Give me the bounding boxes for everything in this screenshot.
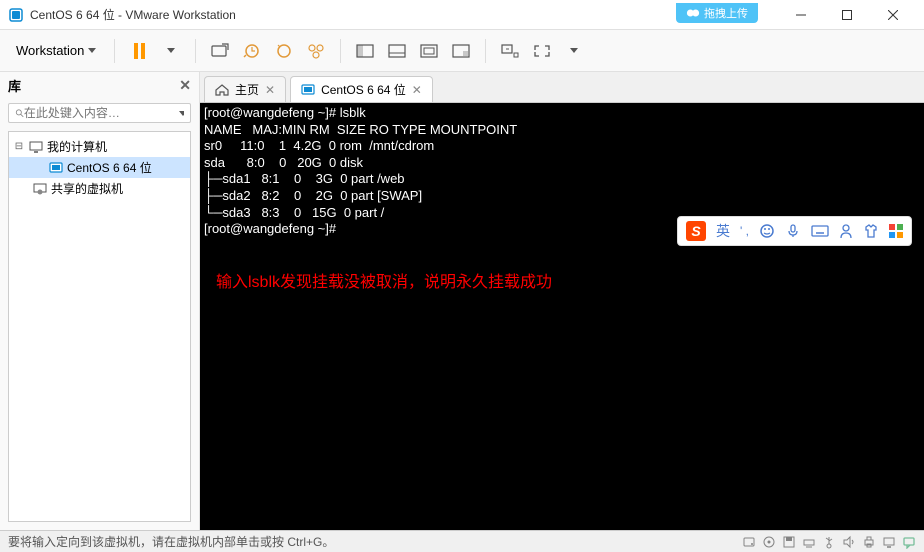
upload-button[interactable]: 拖拽上传 bbox=[676, 3, 758, 23]
terminal-line: NAME MAJ:MIN RM SIZE RO TYPE MOUNTPOINT bbox=[204, 122, 517, 137]
window-title: CentOS 6 64 位 - VMware Workstation bbox=[30, 6, 236, 23]
revert-snapshot-button[interactable] bbox=[270, 37, 298, 65]
unity-button[interactable] bbox=[496, 37, 524, 65]
tabs: 主页 ✕ CentOS 6 64 位 ✕ bbox=[200, 72, 924, 103]
cdrom-icon[interactable] bbox=[762, 535, 776, 549]
maximize-button[interactable] bbox=[824, 0, 870, 30]
terminal-line: [root@wangdefeng ~]# bbox=[204, 221, 340, 236]
computer-icon bbox=[29, 141, 43, 153]
minimize-button[interactable] bbox=[778, 0, 824, 30]
tree-shared-vms[interactable]: 共享的虚拟机 bbox=[9, 178, 190, 199]
terminal[interactable]: [root@wangdefeng ~]# lsblk NAME MAJ:MIN … bbox=[200, 103, 924, 530]
sidebar-tree: ⊟ 我的计算机 CentOS 6 64 位 共享的虚拟机 bbox=[8, 131, 191, 522]
tab-vm-label: CentOS 6 64 位 bbox=[321, 81, 406, 98]
tab-home[interactable]: 主页 ✕ bbox=[204, 76, 286, 102]
disk-icon[interactable] bbox=[742, 535, 756, 549]
terminal-line: sr0 11:0 1 4.2G 0 rom /mnt/cdrom bbox=[204, 138, 434, 153]
ime-logo[interactable]: S bbox=[686, 221, 706, 241]
title-bar: CentOS 6 64 位 - VMware Workstation 拖拽上传 bbox=[0, 0, 924, 30]
power-dropdown[interactable] bbox=[157, 37, 185, 65]
tree-vm-label: CentOS 6 64 位 bbox=[67, 159, 152, 176]
view-single-button[interactable] bbox=[351, 37, 379, 65]
status-bar: 要将输入定向到该虚拟机，请在虚拟机内部单击或按 Ctrl+G。 bbox=[0, 530, 924, 552]
fullscreen-button[interactable] bbox=[528, 37, 556, 65]
tab-home-label: 主页 bbox=[235, 81, 259, 98]
usb-icon[interactable] bbox=[822, 535, 836, 549]
mic-icon[interactable] bbox=[785, 223, 801, 239]
app-icon bbox=[8, 7, 24, 23]
ime-toolbar[interactable]: S 英 ' , bbox=[677, 216, 912, 246]
snapshot-button[interactable] bbox=[238, 37, 266, 65]
pause-button[interactable] bbox=[125, 37, 153, 65]
terminal-line: └─sda3 8:3 0 15G 0 part / bbox=[204, 205, 384, 220]
vm-icon bbox=[301, 84, 315, 96]
close-tab-icon[interactable]: ✕ bbox=[412, 83, 422, 97]
status-icons bbox=[742, 535, 916, 549]
search-input[interactable] bbox=[24, 106, 179, 120]
shared-icon bbox=[33, 183, 47, 195]
home-icon bbox=[215, 84, 229, 96]
separator bbox=[485, 39, 486, 63]
view-console-button[interactable] bbox=[415, 37, 443, 65]
status-text: 要将输入定向到该虚拟机，请在虚拟机内部单击或按 Ctrl+G。 bbox=[8, 533, 334, 550]
sound-icon[interactable] bbox=[842, 535, 856, 549]
message-icon[interactable] bbox=[902, 535, 916, 549]
search-icon bbox=[15, 106, 24, 120]
separator bbox=[195, 39, 196, 63]
display-icon[interactable] bbox=[882, 535, 896, 549]
tree-toggle[interactable]: ⊟ bbox=[13, 141, 25, 152]
floppy-icon[interactable] bbox=[782, 535, 796, 549]
view-thumbnail-button[interactable] bbox=[383, 37, 411, 65]
terminal-line: ├─sda2 8:2 0 2G 0 part [SWAP] bbox=[204, 188, 422, 203]
sidebar-header: 库 ✕ bbox=[0, 72, 199, 99]
ime-language[interactable]: 英 bbox=[716, 221, 730, 241]
sidebar-close-button[interactable]: ✕ bbox=[179, 77, 191, 94]
fullscreen-dropdown[interactable] bbox=[560, 37, 588, 65]
ime-punct[interactable]: ' , bbox=[740, 224, 749, 238]
terminal-line: [root@wangdefeng ~]# lsblk bbox=[204, 105, 366, 120]
printer-icon[interactable] bbox=[862, 535, 876, 549]
menu-workstation-label: Workstation bbox=[16, 43, 84, 58]
terminal-line: ├─sda1 8:1 0 3G 0 part /web bbox=[204, 171, 405, 186]
toolbox-icon[interactable] bbox=[889, 224, 903, 238]
content-area: 主页 ✕ CentOS 6 64 位 ✕ [root@wangdefeng ~]… bbox=[200, 72, 924, 530]
person-icon[interactable] bbox=[839, 223, 853, 239]
network-icon[interactable] bbox=[802, 535, 816, 549]
terminal-line: sda 8:0 0 20G 0 disk bbox=[204, 155, 367, 170]
chevron-down-icon[interactable] bbox=[179, 111, 184, 116]
snapshot-manager-button[interactable] bbox=[302, 37, 330, 65]
keyboard-icon[interactable] bbox=[811, 224, 829, 238]
window-controls bbox=[778, 0, 916, 30]
sidebar-search[interactable] bbox=[8, 103, 191, 123]
annotation-text: 输入lsblk发现挂载没被取消，说明永久挂载成功 bbox=[216, 273, 552, 292]
tree-root-label: 我的计算机 bbox=[47, 138, 107, 155]
tree-vm-centos[interactable]: CentOS 6 64 位 bbox=[9, 157, 190, 178]
skin-icon[interactable] bbox=[863, 224, 879, 238]
close-button[interactable] bbox=[870, 0, 916, 30]
separator bbox=[340, 39, 341, 63]
tree-shared-label: 共享的虚拟机 bbox=[51, 180, 123, 197]
upload-label: 拖拽上传 bbox=[704, 5, 748, 21]
tab-vm[interactable]: CentOS 6 64 位 ✕ bbox=[290, 76, 433, 102]
close-tab-icon[interactable]: ✕ bbox=[265, 83, 275, 97]
sidebar: 库 ✕ ⊟ 我的计算机 CentOS 6 64 位 共享的虚拟机 bbox=[0, 72, 200, 530]
tree-root-mycomputer[interactable]: ⊟ 我的计算机 bbox=[9, 136, 190, 157]
view-summary-button[interactable] bbox=[447, 37, 475, 65]
separator bbox=[114, 39, 115, 63]
sidebar-title: 库 bbox=[8, 76, 21, 95]
emoji-icon[interactable] bbox=[759, 223, 775, 239]
main-area: 库 ✕ ⊟ 我的计算机 CentOS 6 64 位 共享的虚拟机 bbox=[0, 72, 924, 530]
send-cad-button[interactable] bbox=[206, 37, 234, 65]
vm-icon bbox=[49, 162, 63, 174]
toolbar: Workstation bbox=[0, 30, 924, 72]
menu-workstation[interactable]: Workstation bbox=[8, 39, 104, 62]
